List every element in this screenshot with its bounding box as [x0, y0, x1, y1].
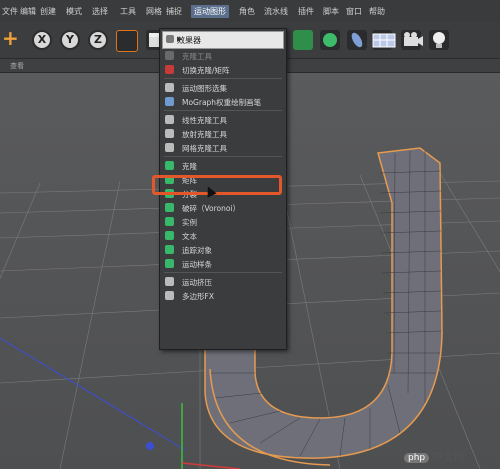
menu-item[interactable]: 克隆工具 [162, 49, 284, 62]
menu-item[interactable]: 放射克隆工具 [162, 127, 284, 140]
menu-mode[interactable]: 模式 [66, 6, 82, 17]
menu-item[interactable]: 线性克隆工具 [162, 113, 284, 126]
coordinate-system-icon[interactable] [116, 30, 138, 52]
watermark-logo: php [404, 453, 430, 463]
menu-script[interactable]: 脚本 [323, 6, 339, 17]
menu-item-label: 网格克隆工具 [182, 144, 227, 153]
menu-item[interactable]: MoGraph权重绘制画笔 [162, 95, 284, 108]
clone-highlight-box [152, 175, 282, 195]
z-axis-line [0, 337, 186, 451]
menu-item-label: 克隆 [182, 162, 197, 171]
effectors-submenu[interactable]: 效果器 ▶ [162, 31, 284, 49]
fracture-toolbar-icon[interactable] [320, 30, 340, 50]
z-axis-handle[interactable] [146, 442, 154, 450]
submenu-arrow-icon: ▶ [177, 35, 183, 43]
watermark: php 中文网 [404, 448, 465, 464]
menu-snap[interactable]: 捕捉 [166, 6, 182, 17]
camera-icon [404, 32, 423, 46]
deformer-glyph-icon [351, 32, 363, 48]
fracture-glyph-icon [323, 33, 337, 47]
light-bulb-icon [433, 32, 445, 48]
instance-icon [165, 217, 174, 226]
menu-select[interactable]: 选择 [92, 6, 108, 17]
toggle-clone-icon [165, 65, 174, 74]
menu-item-label: 运动样条 [182, 260, 212, 269]
menu-item-label: 放射克隆工具 [182, 130, 227, 139]
cloner-toolbar-icon[interactable] [293, 30, 313, 50]
menu-item[interactable]: 运动图形选集 [162, 81, 284, 94]
voronoi-icon [165, 203, 174, 212]
text-icon [165, 231, 174, 240]
menu-item-label: 文本 [182, 232, 197, 241]
grid-clone-icon [165, 143, 174, 152]
floor-toolbar-icon[interactable] [372, 30, 396, 50]
x-axis-line [181, 462, 241, 469]
tracer-icon [165, 245, 174, 254]
menu-mograph[interactable]: 运动图形 [191, 5, 229, 18]
menu-item[interactable]: 克隆 [162, 159, 284, 172]
menu-separator [164, 78, 282, 79]
menu-item[interactable]: 实例 [162, 215, 284, 228]
menu-pipeline[interactable]: 流水线 [264, 6, 288, 17]
menu-mesh[interactable]: 网格 [146, 6, 162, 17]
menu-item[interactable]: 运动挤压 [162, 275, 284, 288]
menu-item[interactable]: 破碎（Voronoi） [162, 201, 284, 214]
menu-item-label: MoGraph权重绘制画笔 [182, 98, 262, 107]
camera-toolbar-icon[interactable] [401, 30, 423, 50]
menu-item-label: 多边形FX [182, 292, 214, 301]
polyfx-icon [165, 291, 174, 300]
menu-help[interactable]: 帮助 [369, 6, 385, 17]
moextrude-icon [165, 277, 174, 286]
menu-create[interactable]: 创建 [40, 6, 56, 17]
menu-item-label: 克隆工具 [182, 52, 212, 61]
axis-z-button[interactable]: Z [88, 30, 108, 50]
deformer-toolbar-icon[interactable] [347, 30, 367, 50]
menu-item[interactable]: 多边形FX [162, 289, 284, 302]
effector-icon [166, 35, 174, 43]
menu-item[interactable]: 切换克隆/矩阵 [162, 63, 284, 76]
axis-x-button[interactable]: X [32, 30, 52, 50]
clone-icon [165, 161, 174, 170]
menu-tools[interactable]: 工具 [120, 6, 136, 17]
menu-item-label: 运动挤压 [182, 278, 212, 287]
cloner-icon [165, 51, 174, 60]
mospline-icon [165, 259, 174, 268]
menu-item[interactable]: 文本 [162, 229, 284, 242]
mograph-selection-icon [165, 83, 174, 92]
radial-clone-icon [165, 129, 174, 138]
menu-item[interactable]: 网格克隆工具 [162, 141, 284, 154]
linear-clone-icon [165, 115, 174, 124]
menu-item[interactable]: 追踪对象 [162, 243, 284, 256]
menu-item-label: 破碎（Voronoi） [182, 204, 241, 213]
menu-separator [164, 272, 282, 273]
menu-item-label: 运动图形选集 [182, 84, 227, 93]
menu-separator [164, 156, 282, 157]
menu-window[interactable]: 窗口 [346, 6, 362, 17]
axis-y-button[interactable]: Y [60, 30, 80, 50]
menu-item-label: 实例 [182, 218, 197, 227]
menu-item-label: 切换克隆/矩阵 [182, 66, 230, 75]
add-icon[interactable]: + [2, 28, 19, 48]
menu-character[interactable]: 角色 [239, 6, 255, 17]
light-toolbar-icon[interactable] [429, 30, 449, 50]
viewport-view-label[interactable]: 查看 [10, 61, 24, 71]
watermark-text: 中文网 [432, 450, 466, 463]
grid-floor-icon [372, 33, 396, 48]
menu-item-label: 线性克隆工具 [182, 116, 227, 125]
menu-bar: 文件 编辑 创建 模式 选择 工具 网格 捕捉 运动图形 角色 流水线 插件 脚… [0, 0, 500, 23]
menu-item-label: 追踪对象 [182, 246, 212, 255]
menu-plugins[interactable]: 插件 [298, 6, 314, 17]
menu-edit[interactable]: 编辑 [20, 6, 36, 17]
menu-item[interactable]: 运动样条 [162, 257, 284, 270]
menu-file[interactable]: 文件 [2, 6, 18, 17]
weight-brush-icon [165, 97, 174, 106]
menu-separator [164, 110, 282, 111]
